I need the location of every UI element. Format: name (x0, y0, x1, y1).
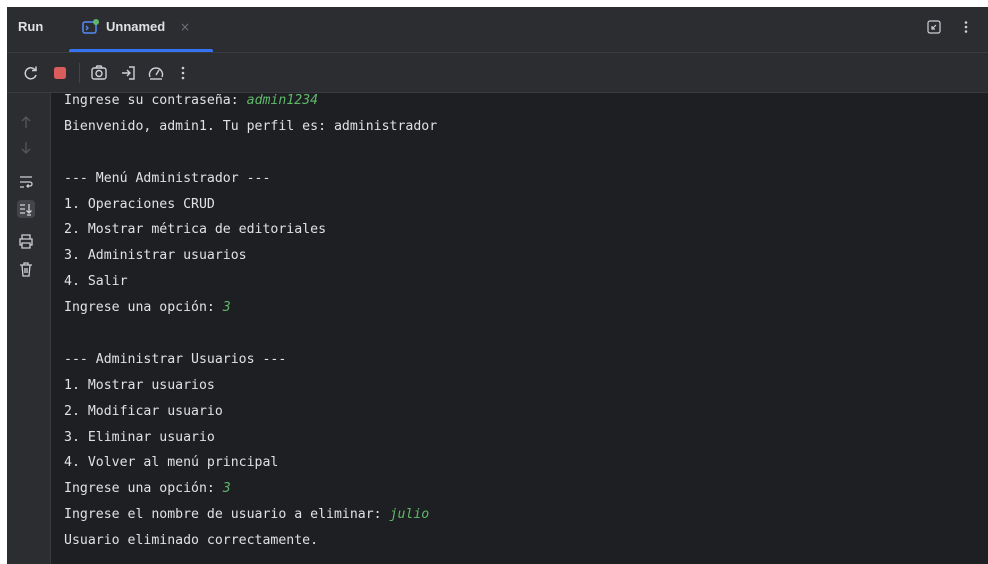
tab-unnamed[interactable]: Unnamed × (69, 7, 213, 52)
screenshot-icon[interactable] (90, 64, 108, 82)
stop-icon[interactable] (51, 64, 69, 82)
console-line: Ingrese una opción: 3 (64, 476, 988, 502)
arrow-down-icon[interactable] (17, 139, 35, 157)
console-output-text: 4. Volver al menú principal (64, 455, 279, 471)
soft-wrap-icon[interactable] (17, 173, 35, 191)
console-output-text: Ingrese el nombre de usuario a eliminar: (64, 507, 390, 523)
console-output-text: Ingrese una opción: (64, 300, 223, 316)
console-line: Bienvenido, admin1. Tu perfil es: admini… (64, 114, 988, 140)
console-side-toolbar (7, 93, 51, 564)
run-tool-window: Run Unnamed × Ingrese su contraseña: adm… (7, 7, 988, 564)
console-line: Usuario eliminado correctamente. (64, 528, 988, 554)
console-output-text: 4. Salir (64, 274, 128, 290)
console-output-text: 1. Operaciones CRUD (64, 196, 215, 212)
console-line: 1. Operaciones CRUD (64, 192, 988, 218)
more-vertical-icon[interactable] (174, 64, 192, 82)
console-line: 4. Salir (64, 269, 988, 295)
console-output-text: 3. Administrar usuarios (64, 248, 247, 264)
console-line: 3. Eliminar usuario (64, 425, 988, 451)
restore-layout-icon[interactable] (926, 19, 942, 35)
console-line: 1. Mostrar usuarios (64, 373, 988, 399)
console-output-text: Ingrese una opción: (64, 481, 223, 497)
console-output-text: Usuario eliminado correctamente. (64, 533, 319, 549)
console-output[interactable]: Ingrese su contraseña: admin1234 Bienveni… (64, 88, 988, 564)
console-line: Ingrese una opción: 3 (64, 295, 988, 321)
console-user-input: 3 (222, 481, 231, 497)
arrow-up-icon[interactable] (17, 113, 35, 131)
run-toolbar (7, 53, 988, 93)
active-tab-indicator (69, 49, 213, 52)
close-tab-icon[interactable]: × (180, 7, 190, 47)
console-output-text: Bienvenido, admin1. Tu perfil es: admini… (64, 118, 438, 134)
more-vertical-icon[interactable] (958, 19, 974, 35)
console-output-text: Ingrese su contraseña: (64, 93, 247, 108)
console-user-input: julio (389, 507, 430, 523)
profiler-icon[interactable] (147, 64, 165, 82)
console-line: Ingrese el nombre de usuario a eliminar:… (64, 502, 988, 528)
tab-title: Unnamed (106, 19, 166, 34)
console-line: --- Administrar Usuarios --- (64, 347, 988, 373)
scroll-to-end-icon[interactable] (17, 200, 35, 218)
console-line: Ingrese su contraseña: admin1234 (64, 88, 988, 114)
exit-icon[interactable] (119, 64, 137, 82)
rerun-icon[interactable] (22, 64, 40, 82)
console-output-text: --- Administrar Usuarios --- (64, 351, 287, 367)
console-user-input: 3 (222, 300, 231, 316)
console-output-text: 2. Mostrar métrica de editoriales (64, 222, 327, 238)
console-output-text: 2. Modificar usuario (64, 403, 223, 419)
tool-window-header: Run Unnamed × (7, 7, 988, 53)
console-user-input: admin1234 (246, 93, 319, 108)
console-line: 2. Mostrar métrica de editoriales (64, 217, 988, 243)
console-output-text: 1. Mostrar usuarios (64, 377, 215, 393)
console-output-text: --- Menú Administrador --- (64, 170, 271, 186)
console-line: 2. Modificar usuario (64, 399, 988, 425)
console-line: 3. Administrar usuarios (64, 243, 988, 269)
console-output-text: 3. Eliminar usuario (64, 429, 215, 445)
print-icon[interactable] (17, 232, 35, 250)
console-run-config-icon (82, 19, 100, 35)
console-line: --- Menú Administrador --- (64, 166, 988, 192)
toolbar-separator (79, 63, 80, 83)
console-line: 4. Volver al menú principal (64, 450, 988, 476)
trash-icon[interactable] (17, 260, 35, 278)
run-tool-window-title: Run (18, 19, 44, 34)
